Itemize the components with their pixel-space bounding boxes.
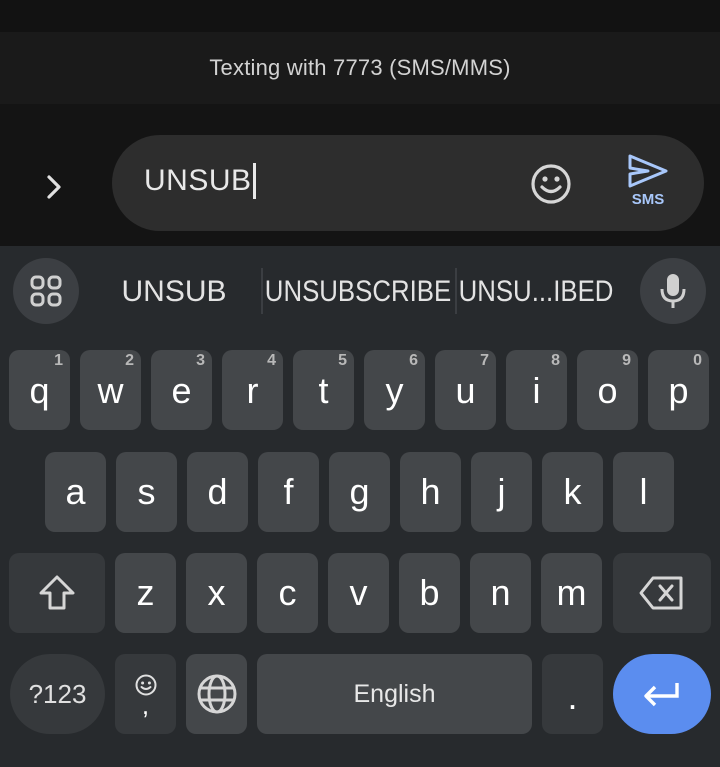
key-h[interactable]: h xyxy=(400,452,461,532)
key-m[interactable]: m xyxy=(541,553,602,633)
key-b[interactable]: b xyxy=(399,553,460,633)
key-s[interactable]: s xyxy=(116,452,177,532)
comma-label: , xyxy=(141,690,150,720)
key-a[interactable]: a xyxy=(45,452,106,532)
suggestion-3[interactable]: UNSU...IBED xyxy=(459,270,614,314)
chevron-right-icon xyxy=(47,175,61,199)
key-y[interactable]: 6y xyxy=(364,350,425,430)
language-key[interactable] xyxy=(186,654,247,734)
key-hint: 9 xyxy=(622,352,631,369)
globe-icon xyxy=(197,674,236,714)
suggestion-divider xyxy=(455,268,457,314)
suggestion-strip: UNSUB UNSUBSCRIBE UNSU...IBED xyxy=(0,246,720,338)
on-screen-keyboard: UNSUB UNSUBSCRIBE UNSU...IBED 1q2w3e4r5t… xyxy=(0,246,720,767)
key-u[interactable]: 7u xyxy=(435,350,496,430)
enter-key[interactable] xyxy=(613,654,711,734)
text-caret xyxy=(252,163,256,199)
key-label: o xyxy=(597,370,618,411)
banner-text: Texting with 7773 (SMS/MMS) xyxy=(209,55,511,80)
conversation-banner: Texting with 7773 (SMS/MMS) xyxy=(0,32,720,104)
key-hint: 3 xyxy=(196,352,205,369)
key-d[interactable]: d xyxy=(187,452,248,532)
key-hint: 5 xyxy=(338,352,347,369)
emoji-smile-icon xyxy=(531,164,571,204)
key-hint: 2 xyxy=(125,352,134,369)
message-input-value: UNSUB xyxy=(144,164,252,197)
key-label: y xyxy=(385,370,404,411)
key-label: q xyxy=(29,370,50,411)
send-type-label: SMS xyxy=(631,191,665,208)
comma-emoji-key[interactable]: , xyxy=(115,654,176,734)
key-hint: 6 xyxy=(409,352,418,369)
key-j[interactable]: j xyxy=(471,452,532,532)
key-n[interactable]: n xyxy=(470,553,531,633)
compose-area: UNSUB SMS xyxy=(0,104,720,246)
key-e[interactable]: 3e xyxy=(151,350,212,430)
shift-key[interactable] xyxy=(9,553,105,633)
space-key[interactable]: English xyxy=(257,654,532,734)
key-v[interactable]: v xyxy=(328,553,389,633)
key-z[interactable]: z xyxy=(115,553,176,633)
key-label: i xyxy=(532,370,541,411)
key-o[interactable]: 9o xyxy=(577,350,638,430)
key-f[interactable]: f xyxy=(258,452,319,532)
message-input-text[interactable]: UNSUB xyxy=(144,163,256,199)
key-label: r xyxy=(246,370,259,411)
key-k[interactable]: k xyxy=(542,452,603,532)
key-x[interactable]: x xyxy=(186,553,247,633)
shift-icon xyxy=(39,575,75,610)
key-i[interactable]: 8i xyxy=(506,350,567,430)
key-hint: 0 xyxy=(693,352,702,369)
suggestion-divider xyxy=(261,268,263,314)
emoji-button[interactable] xyxy=(528,161,574,207)
key-q[interactable]: 1q xyxy=(9,350,70,430)
backspace-key[interactable] xyxy=(613,553,711,633)
voice-input-button[interactable] xyxy=(640,258,706,324)
suggestion-1[interactable]: UNSUB xyxy=(98,270,250,314)
key-t[interactable]: 5t xyxy=(293,350,354,430)
key-hint: 1 xyxy=(54,352,63,369)
expand-attachments-button[interactable] xyxy=(30,162,80,212)
key-p[interactable]: 0p xyxy=(648,350,709,430)
period-key[interactable]: . xyxy=(542,654,603,734)
key-c[interactable]: c xyxy=(257,553,318,633)
key-l[interactable]: l xyxy=(613,452,674,532)
message-input[interactable]: UNSUB SMS xyxy=(112,135,704,231)
key-hint: 4 xyxy=(267,352,276,369)
symbols-key[interactable]: ?123 xyxy=(10,654,105,734)
send-icon xyxy=(628,154,668,188)
suggestion-2[interactable]: UNSUBSCRIBE xyxy=(265,270,451,314)
key-hint: 8 xyxy=(551,352,560,369)
key-label: w xyxy=(97,370,124,411)
send-sms-button[interactable]: SMS xyxy=(620,153,676,217)
key-label: e xyxy=(171,370,192,411)
enter-icon xyxy=(644,683,679,707)
key-label: t xyxy=(318,370,329,411)
grid-apps-icon xyxy=(30,275,62,307)
key-label: p xyxy=(668,370,689,411)
key-hint: 7 xyxy=(480,352,489,369)
status-bar xyxy=(0,0,720,32)
microphone-icon xyxy=(660,274,686,308)
key-r[interactable]: 4r xyxy=(222,350,283,430)
keyboard-menu-button[interactable] xyxy=(13,258,79,324)
key-g[interactable]: g xyxy=(329,452,390,532)
backspace-icon xyxy=(639,576,683,610)
key-w[interactable]: 2w xyxy=(80,350,141,430)
key-label: u xyxy=(455,370,476,411)
